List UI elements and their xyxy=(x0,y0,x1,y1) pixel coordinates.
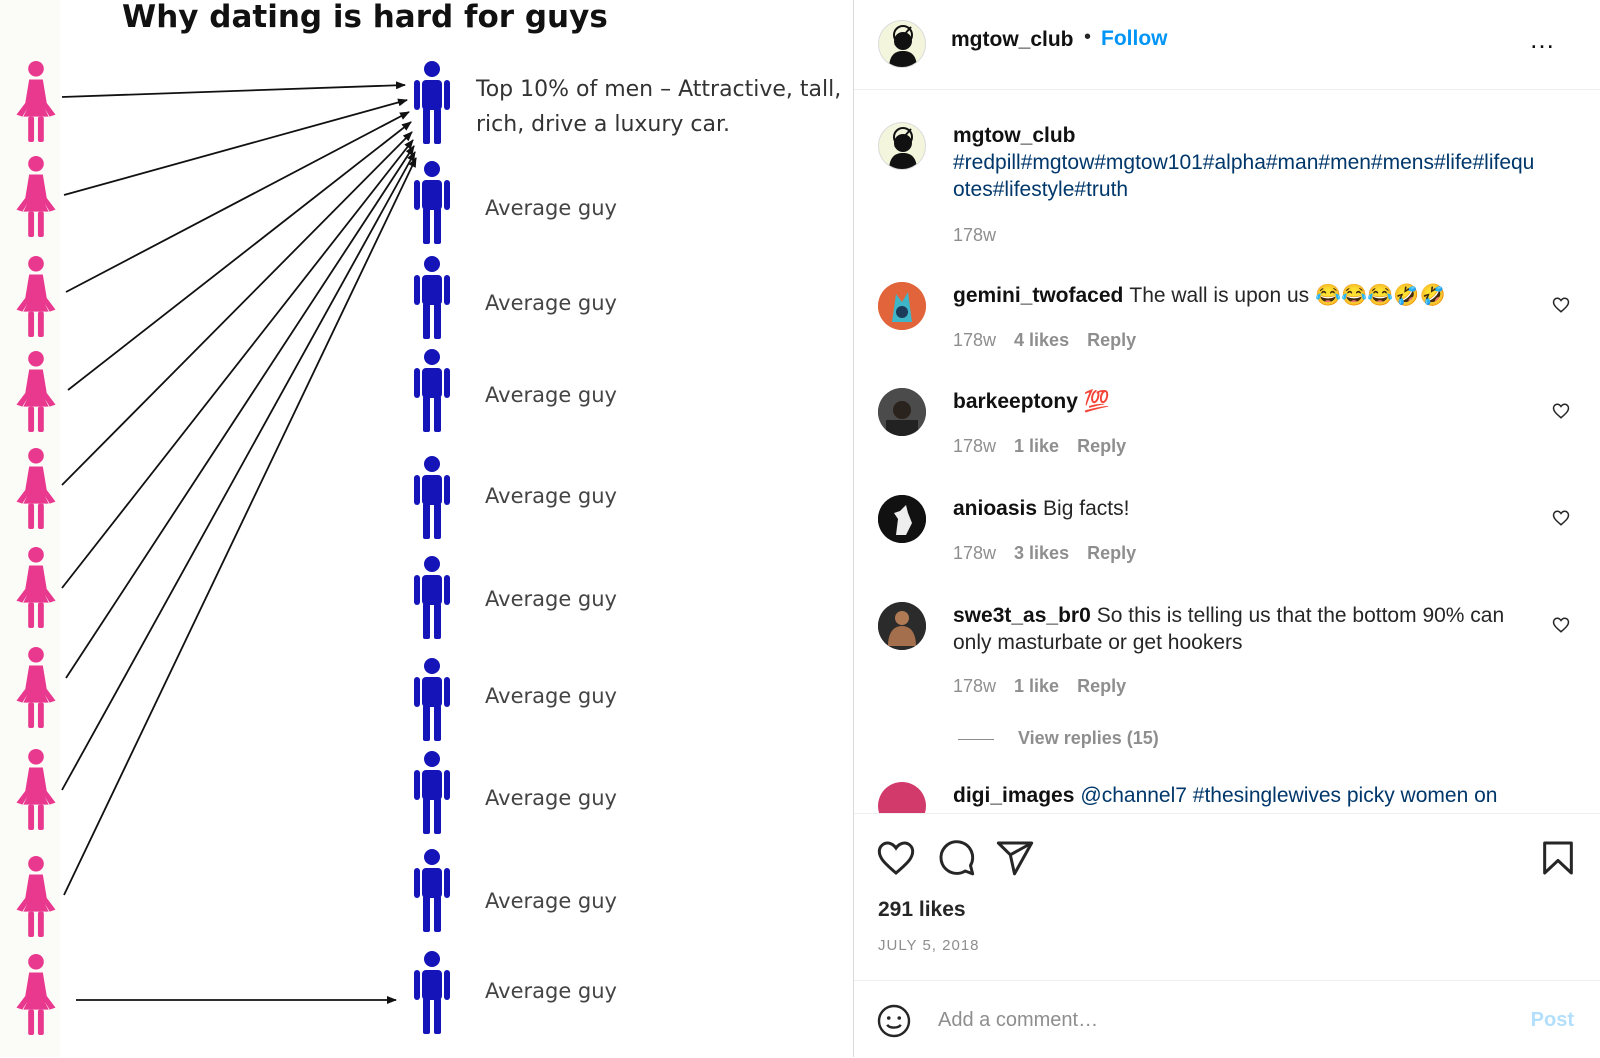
top-men-label-line2: rich, drive a luxury car. xyxy=(476,112,730,137)
emoji-icon[interactable] xyxy=(876,1003,912,1039)
comment-username[interactable]: digi_images xyxy=(953,784,1074,807)
comment-username[interactable]: gemini_twofaced xyxy=(953,284,1123,307)
commenter-avatar[interactable] xyxy=(878,282,926,330)
avatar-image xyxy=(878,388,926,436)
top-men-label-line1: Top 10% of men – Attractive, tall, xyxy=(475,77,841,102)
average-guy-label: Average guy xyxy=(485,291,617,315)
view-replies-button[interactable]: View replies (15) xyxy=(958,728,1159,749)
like-comment-icon[interactable] xyxy=(1552,509,1570,527)
caption-avatar[interactable] xyxy=(878,122,926,170)
avatar-image xyxy=(878,495,926,543)
commenter-avatar[interactable] xyxy=(878,782,926,813)
logo-icon xyxy=(889,25,917,67)
meme-title: Why dating is hard for guys xyxy=(122,0,608,35)
comment-text: Big facts! xyxy=(1043,497,1130,520)
comment-meta: 178w 1 like Reply xyxy=(953,436,1144,457)
avatar-image xyxy=(878,282,926,330)
avatar-image xyxy=(878,602,926,650)
comment-text: 💯 xyxy=(1083,390,1111,413)
share-icon[interactable] xyxy=(995,838,1035,878)
caption-hashtags[interactable]: #redpill#mgtow#mgtow101#alpha#man#men#me… xyxy=(953,149,1543,203)
caption-username[interactable]: mgtow_club xyxy=(953,122,1537,149)
comment-meta: 178w 4 likes Reply xyxy=(953,330,1154,351)
comment-icon[interactable] xyxy=(936,838,976,878)
average-guy-label: Average guy xyxy=(485,196,617,220)
post-actions: 291 likes JULY 5, 2018 xyxy=(854,813,1600,974)
comment-time[interactable]: 178w xyxy=(953,676,996,696)
comment-likes[interactable]: 4 likes xyxy=(1014,330,1069,350)
likes-count[interactable]: 291 likes xyxy=(878,898,966,922)
comment-username[interactable]: swe3t_as_br0 xyxy=(953,604,1091,627)
author-avatar[interactable] xyxy=(878,20,926,68)
average-guy-label: Average guy xyxy=(485,383,617,407)
like-comment-icon[interactable] xyxy=(1552,616,1570,634)
comment-time[interactable]: 178w xyxy=(953,436,996,456)
heart-icon[interactable] xyxy=(876,838,916,878)
post-panel: mgtow_club • Follow … mgtow_club #redpil… xyxy=(854,0,1600,1057)
comment-text: @channel7 #thesinglewives picky women on xyxy=(1080,784,1498,807)
post-image[interactable]: Why dating is hard for guys Top 10% of m… xyxy=(0,0,853,1057)
like-comment-icon[interactable] xyxy=(1552,402,1570,420)
comment-meta: 178w 1 like Reply xyxy=(953,676,1144,697)
comment-username[interactable]: barkeeptony xyxy=(953,390,1078,413)
reply-button[interactable]: Reply xyxy=(1087,543,1136,563)
average-guy-label: Average guy xyxy=(485,979,617,1003)
author-username[interactable]: mgtow_club xyxy=(951,28,1074,52)
average-guy-label: Average guy xyxy=(485,889,617,913)
commenter-avatar[interactable] xyxy=(878,388,926,436)
view-replies-label: View replies (15) xyxy=(1018,728,1159,748)
comment-likes[interactable]: 3 likes xyxy=(1014,543,1069,563)
comment-time[interactable]: 178w xyxy=(953,543,996,563)
comment-meta: 178w 3 likes Reply xyxy=(953,543,1154,564)
bookmark-icon[interactable] xyxy=(1538,838,1578,878)
comment-text: The wall is upon us 😂😂😂🤣🤣 xyxy=(1129,284,1446,307)
average-guy-label: Average guy xyxy=(485,786,617,810)
comment-username[interactable]: anioasis xyxy=(953,497,1037,520)
commenter-avatar[interactable] xyxy=(878,602,926,650)
reply-button[interactable]: Reply xyxy=(1077,676,1126,696)
meme-graphic: Why dating is hard for guys Top 10% of m… xyxy=(0,0,853,1057)
caption-time[interactable]: 178w xyxy=(953,225,996,245)
add-comment-bar: Post xyxy=(854,980,1600,1058)
logo-icon xyxy=(889,127,917,169)
caption-meta: 178w xyxy=(953,225,1014,246)
separator-dot: • xyxy=(1084,26,1092,48)
reply-button[interactable]: Reply xyxy=(1087,330,1136,350)
comment-input[interactable] xyxy=(936,999,1500,1041)
commenter-avatar[interactable] xyxy=(878,495,926,543)
post-header: mgtow_club • Follow … xyxy=(854,0,1600,90)
comments-list[interactable]: mgtow_club #redpill#mgtow#mgtow101#alpha… xyxy=(854,90,1600,813)
like-comment-icon[interactable] xyxy=(1552,296,1570,314)
average-guy-label: Average guy xyxy=(485,587,617,611)
post-date[interactable]: JULY 5, 2018 xyxy=(878,937,980,954)
replies-divider-line xyxy=(958,738,994,740)
post-comment-button[interactable]: Post xyxy=(1531,1009,1574,1032)
comment-likes[interactable]: 1 like xyxy=(1014,676,1059,696)
comment-time[interactable]: 178w xyxy=(953,330,996,350)
more-options-icon[interactable]: … xyxy=(1529,24,1556,55)
reply-button[interactable]: Reply xyxy=(1077,436,1126,456)
follow-button[interactable]: Follow xyxy=(1101,27,1168,51)
comment-likes[interactable]: 1 like xyxy=(1014,436,1059,456)
average-guy-label: Average guy xyxy=(485,684,617,708)
average-guy-label: Average guy xyxy=(485,484,617,508)
